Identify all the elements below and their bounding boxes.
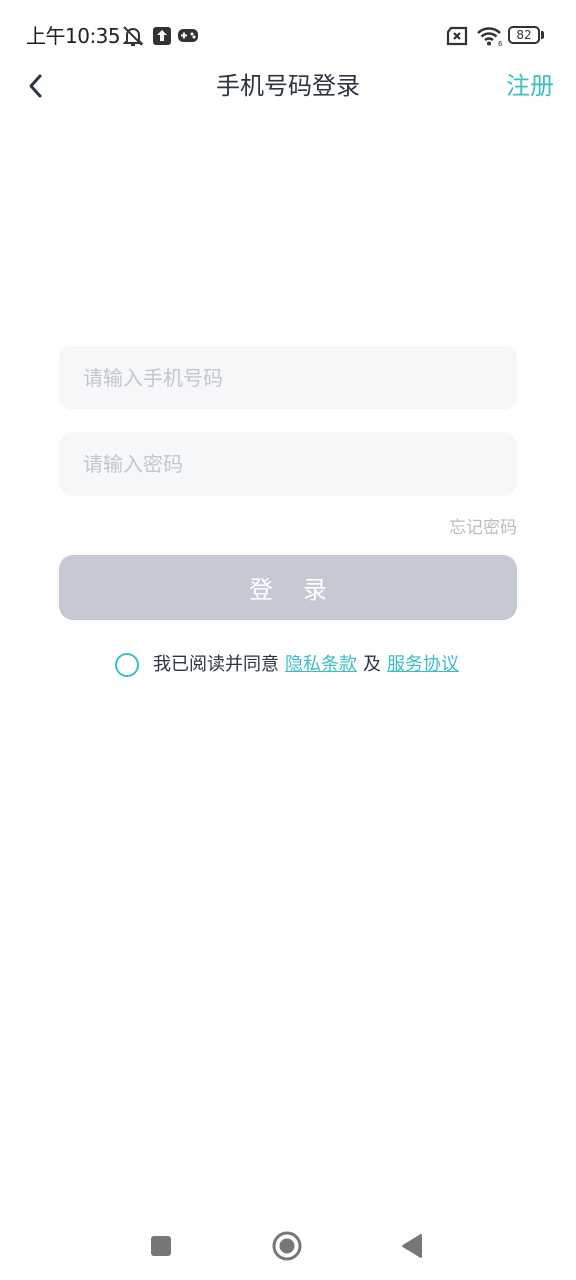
recents-square-icon [151,1236,171,1256]
gamepad-icon [176,24,200,48]
agreement-joiner: 及 [363,654,381,675]
home-button[interactable] [271,1230,303,1262]
password-input[interactable] [81,451,495,477]
privacy-link[interactable]: 隐私条款 [285,652,357,678]
back-nav-button[interactable] [396,1230,428,1262]
svg-text:6: 6 [498,40,503,47]
register-link[interactable]: 注册 [506,70,554,102]
no-sim-icon [445,24,469,48]
service-link[interactable]: 服务协议 [387,652,459,678]
battery-icon: 82 [508,26,540,44]
system-nav-bar [0,1210,576,1280]
phone-input[interactable] [81,365,495,391]
battery-tip [541,31,544,39]
agree-checkbox[interactable] [115,653,139,677]
upload-icon [150,24,174,48]
phone-input-container [59,346,517,410]
recents-button[interactable] [145,1230,177,1262]
status-time: 上午10:35 [26,24,121,48]
header: 手机号码登录 注册 [0,60,576,114]
mute-bell-icon [121,24,145,48]
back-triangle-icon [402,1234,422,1258]
home-circle-icon [272,1231,302,1261]
page-title: 手机号码登录 [216,72,360,100]
wifi-icon: 6 [476,24,504,48]
agreement-row: 我已阅读并同意 隐私条款 及 服务协议 [0,650,576,680]
forgot-password-link[interactable]: 忘记密码 [449,516,517,540]
password-input-container [59,432,517,496]
agreement-prefix: 我已阅读并同意 [153,654,279,675]
login-button[interactable]: 登录 [59,555,517,620]
